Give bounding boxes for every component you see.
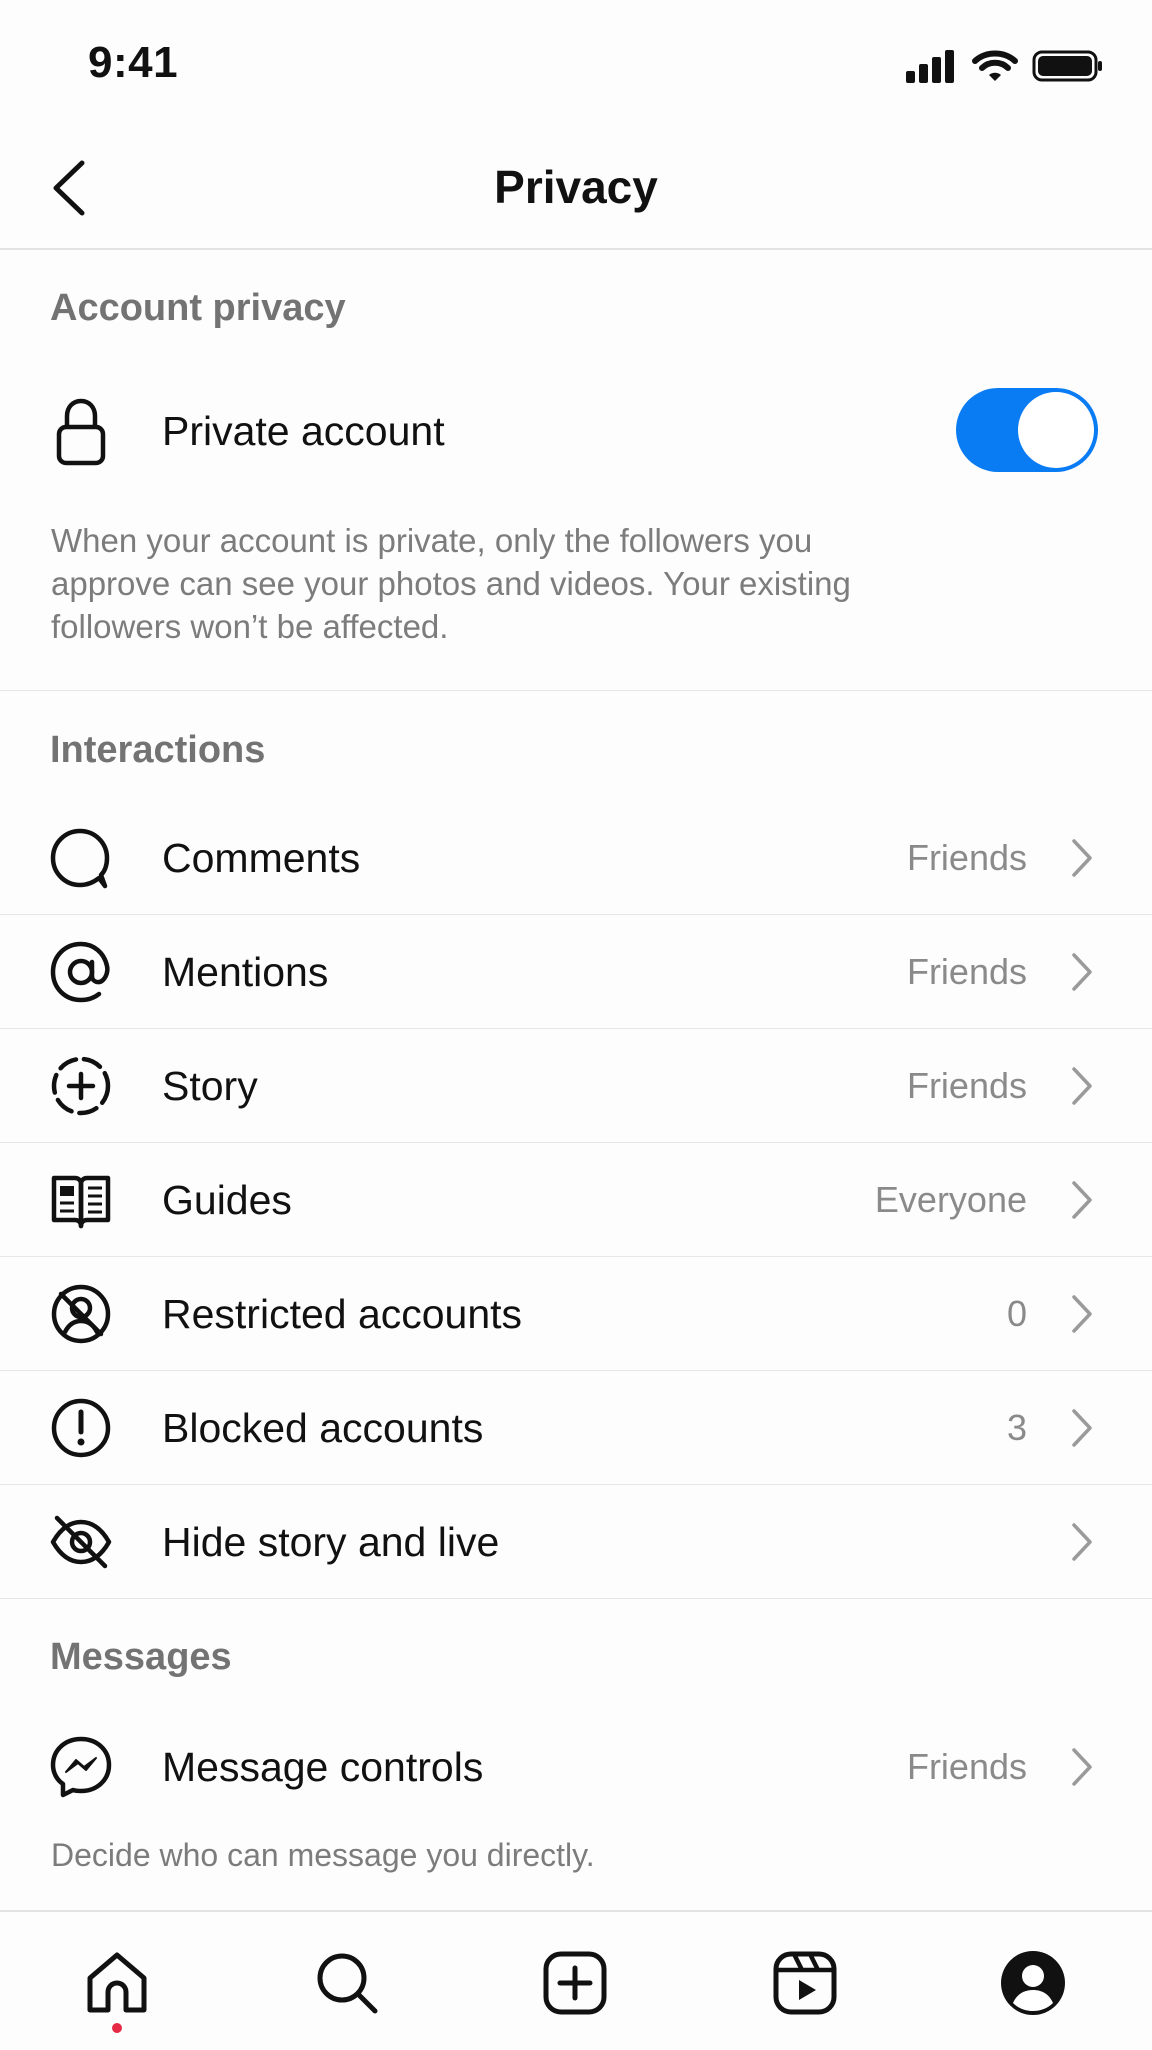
section-title-account-privacy: Account privacy: [50, 287, 346, 329]
list-item-value: Friends: [906, 1746, 1027, 1787]
page-title: Privacy: [494, 161, 658, 213]
row-divider: [0, 1598, 1152, 1599]
list-item-label: Blocked accounts: [162, 1405, 484, 1451]
at-icon: [46, 937, 116, 1007]
chevron-right-icon: [1072, 1067, 1092, 1105]
notification-dot: [112, 2023, 122, 2033]
create-icon: [543, 1951, 607, 2015]
home-icon: [87, 1952, 147, 2013]
reels-icon: [773, 1951, 837, 2015]
list-item-label: Guides: [162, 1177, 292, 1223]
story-add-icon: [46, 1051, 116, 1121]
profile-icon: [1001, 1951, 1065, 2015]
list-item-value: 3: [1006, 1407, 1027, 1448]
list-item-message-controls[interactable]: Message controls Friends: [0, 1710, 1152, 1824]
status-icons: [904, 46, 1104, 86]
list-item-value: Everyone: [874, 1179, 1027, 1220]
section-divider: [0, 690, 1152, 691]
message-controls-description: Decide who can message you directly.: [51, 1837, 595, 1873]
lock-icon: [46, 397, 116, 467]
list-item-label: Mentions: [162, 949, 329, 995]
private-account-label: Private account: [162, 408, 445, 454]
chevron-right-icon: [1072, 1295, 1092, 1333]
chevron-right-icon: [1072, 1181, 1092, 1219]
list-item-label: Restricted accounts: [162, 1291, 523, 1337]
list-item-label: Comments: [162, 835, 361, 881]
chevron-right-icon: [1072, 1748, 1092, 1786]
blocked-icon: [46, 1393, 116, 1463]
chevron-right-icon: [1072, 953, 1092, 991]
private-account-row: Private account: [0, 380, 1152, 484]
list-item-hide-story-and-live[interactable]: Hide story and live: [0, 1485, 1152, 1599]
list-item-story[interactable]: Story Friends: [0, 1029, 1152, 1143]
toggle-knob: [1018, 392, 1094, 468]
chevron-right-icon: [1072, 1409, 1092, 1447]
messenger-icon: [46, 1732, 116, 1802]
section-title-messages: Messages: [50, 1636, 232, 1678]
guide-book-icon: [46, 1165, 116, 1235]
list-item-comments[interactable]: Comments Friends: [0, 801, 1152, 915]
list-item-value: Friends: [906, 951, 1027, 992]
restricted-icon: [46, 1279, 116, 1349]
chevron-right-icon: [1072, 839, 1092, 877]
wifi-icon: [972, 50, 1018, 81]
bottom-tab-bar: [0, 1910, 1152, 2050]
list-item-mentions[interactable]: Mentions Friends: [0, 915, 1152, 1029]
search-icon: [317, 1953, 378, 2014]
list-item-value: Friends: [906, 837, 1027, 878]
list-item-value: 0: [1006, 1293, 1027, 1334]
comment-icon: [46, 823, 116, 893]
list-item-blocked-accounts[interactable]: Blocked accounts 3: [0, 1371, 1152, 1485]
battery-icon: [1032, 50, 1102, 82]
list-item-guides[interactable]: Guides Everyone: [0, 1143, 1152, 1257]
list-item-restricted-accounts[interactable]: Restricted accounts 0: [0, 1257, 1152, 1371]
list-item-label: Hide story and live: [162, 1519, 500, 1565]
tab-reels[interactable]: [770, 1948, 840, 2018]
private-account-toggle[interactable]: [956, 388, 1098, 472]
tab-create[interactable]: [540, 1948, 610, 2018]
cellular-signal-icon: [906, 50, 954, 83]
section-title-interactions: Interactions: [50, 729, 266, 771]
list-item-label: Story: [162, 1063, 258, 1109]
tab-profile[interactable]: [998, 1948, 1068, 2018]
list-item-label: Message controls: [162, 1744, 484, 1790]
tab-home[interactable]: [82, 1948, 152, 2018]
header-divider: [0, 248, 1152, 250]
eye-off-icon: [46, 1507, 116, 1577]
chevron-right-icon: [1072, 1523, 1092, 1561]
list-item-value: Friends: [906, 1065, 1027, 1106]
tab-search[interactable]: [312, 1948, 382, 2018]
status-time: 9:41: [88, 38, 179, 87]
private-account-description: When your account is private, only the f…: [51, 522, 851, 645]
